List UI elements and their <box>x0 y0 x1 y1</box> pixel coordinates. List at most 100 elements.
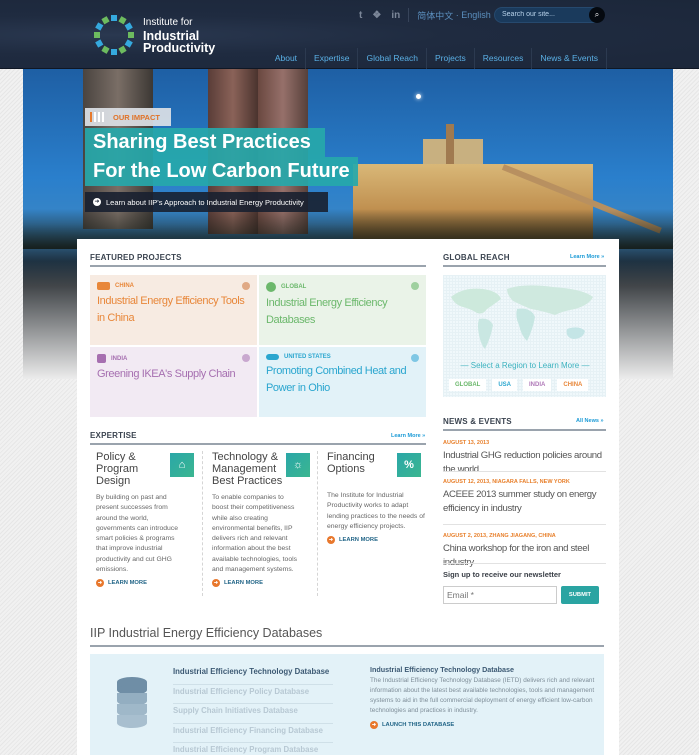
search-icon[interactable]: ⌕ <box>589 7 605 23</box>
our-impact-badge: OUR IMPACT <box>85 108 171 126</box>
project-region: UNITED STATES <box>266 354 419 360</box>
learn-more-label: LEARN MORE <box>224 580 263 587</box>
arrow-circle-icon[interactable] <box>411 282 419 290</box>
expertise-learn-more[interactable]: Learn More » <box>391 433 425 439</box>
featured-projects-title: FEATURED PROJECTS <box>90 253 182 262</box>
usa-map-icon <box>266 354 279 360</box>
logo-icon[interactable] <box>93 14 135 56</box>
news-item: AUGUST 2, 2013, ZHANG JIAGANG, CHINA Chi… <box>443 533 606 570</box>
project-region-label: UNITED STATES <box>284 354 331 360</box>
hero-learn-link-text: Learn about IIP's Approach to Industrial… <box>106 197 304 207</box>
arrow-circle-icon: ➜ <box>93 198 101 206</box>
project-title[interactable]: Industrial Energy Efficiency Tools in Ch… <box>97 293 250 327</box>
database-list: Industrial Efficiency Technology Databas… <box>173 665 333 755</box>
section-divider <box>90 645 604 647</box>
region-button-global[interactable]: GLOBAL <box>449 379 487 391</box>
news-divider <box>443 524 606 525</box>
project-card-global[interactable]: GLOBAL Industrial Energy Efficiency Data… <box>259 275 426 345</box>
logo-line3: Productivity <box>143 41 216 55</box>
nav-projects[interactable]: Projects <box>427 48 475 69</box>
globe-icon <box>266 282 276 292</box>
project-title[interactable]: Industrial Energy Efficiency Databases <box>266 295 419 329</box>
project-region-label: GLOBAL <box>281 284 307 290</box>
expertise-body: By building on past and present successe… <box>96 494 178 574</box>
logo-text[interactable]: Institute for Industrial Productivity <box>143 18 216 55</box>
databases-title: IIP Industrial Energy Efficiency Databas… <box>90 626 323 640</box>
submit-button[interactable]: SUBMIT <box>561 586 599 604</box>
world-map-icon <box>451 285 593 349</box>
project-card-china[interactable]: CHINA Industrial Energy Efficiency Tools… <box>90 275 257 345</box>
databases-panel: Industrial Efficiency Technology Databas… <box>90 654 604 755</box>
all-news-link[interactable]: All News » <box>576 418 604 424</box>
section-divider <box>443 265 606 267</box>
learn-more-link[interactable]: ➜ LEARN MORE <box>327 536 427 545</box>
hero-learn-link[interactable]: ➜ Learn about IIP's Approach to Industri… <box>85 192 328 212</box>
lang-chinese-link[interactable]: 简体中文 <box>417 9 453 22</box>
hero-image-moon <box>416 94 421 99</box>
search-input[interactable] <box>502 11 587 18</box>
lightbulb-icon: ☼ <box>286 453 310 477</box>
china-map-icon <box>97 282 110 290</box>
arrow-circle-icon: ➜ <box>96 579 104 588</box>
database-tab-program[interactable]: Industrial Efficiency Program Database <box>173 743 333 755</box>
launch-database-link[interactable]: ➜ LAUNCH THIS DATABASE <box>370 721 595 729</box>
launch-database-label: LAUNCH THIS DATABASE <box>382 722 455 728</box>
world-map[interactable]: — Select a Region to Learn More — GLOBAL… <box>443 275 606 397</box>
nav-global-reach[interactable]: Global Reach <box>358 48 427 69</box>
linkedin-icon[interactable]: in <box>391 10 400 21</box>
database-icon <box>117 677 147 728</box>
expertise-body: The Institute for Industrial Productivit… <box>327 492 425 530</box>
region-button-china[interactable]: CHINA <box>557 379 589 391</box>
india-map-icon <box>97 354 106 363</box>
news-title[interactable]: Industrial GHG reduction policies around… <box>443 449 606 477</box>
database-tab-supply-chain[interactable]: Supply Chain Initiatives Database <box>173 704 333 724</box>
expertise-policy: Policy & Program Design By building on p… <box>96 451 178 588</box>
email-field[interactable] <box>443 586 557 604</box>
news-divider <box>443 471 606 472</box>
news-title[interactable]: ACEEE 2013 summer study on energy effici… <box>443 488 606 516</box>
section-divider <box>443 429 606 431</box>
percent-icon: % <box>397 453 421 477</box>
learn-more-link[interactable]: ➜ LEARN MORE <box>96 579 176 588</box>
database-tab-financing[interactable]: Industrial Efficiency Financing Database <box>173 724 333 743</box>
section-divider <box>90 265 426 267</box>
database-tab-policy[interactable]: Industrial Efficiency Policy Database <box>173 685 333 704</box>
select-region-text: — Select a Region to Learn More — <box>460 361 590 370</box>
nav-about[interactable]: About <box>267 48 307 69</box>
expertise-title: EXPERTISE <box>90 431 137 440</box>
twitter-icon[interactable]: t <box>359 10 362 21</box>
arrow-circle-icon: ➜ <box>370 721 378 729</box>
nav-resources[interactable]: Resources <box>475 48 533 69</box>
expertise-heading[interactable]: Technology & Management Best Practices <box>212 451 292 487</box>
project-title[interactable]: Greening IKEA's Supply Chain <box>97 366 250 383</box>
lang-english-link[interactable]: English <box>461 10 491 20</box>
expertise-heading[interactable]: Policy & Program Design <box>96 451 152 487</box>
project-title[interactable]: Promoting Combined Heat and Power in Ohi… <box>266 363 419 397</box>
learn-more-link[interactable]: ➜ LEARN MORE <box>212 579 302 588</box>
region-buttons: GLOBAL USA INDIA CHINA <box>449 379 589 391</box>
news-date: AUGUST 12, 2013, NIAGARA FALLS, NEW YORK <box>443 479 570 485</box>
news-events-title: NEWS & EVENTS <box>443 417 512 426</box>
project-region: GLOBAL <box>266 282 419 292</box>
region-button-usa[interactable]: USA <box>492 379 518 391</box>
global-reach-learn-more[interactable]: Learn More » <box>570 254 604 260</box>
arrow-circle-icon[interactable] <box>411 354 419 362</box>
weibo-icon[interactable]: ❖ <box>372 10 381 21</box>
nav-expertise[interactable]: Expertise <box>306 48 359 69</box>
region-button-india[interactable]: INDIA <box>523 379 552 391</box>
arrow-circle-icon[interactable] <box>242 282 250 290</box>
project-card-india[interactable]: INDIA Greening IKEA's Supply Chain <box>90 347 257 417</box>
expertise-heading[interactable]: Financing Options <box>327 451 387 475</box>
project-region: INDIA <box>97 354 250 363</box>
main-content: FEATURED PROJECTS CHINA Industrial Energ… <box>77 239 619 755</box>
project-region-label: INDIA <box>111 355 128 362</box>
arrow-circle-icon[interactable] <box>242 354 250 362</box>
hero-image-chimney <box>446 124 454 164</box>
nav-news-events[interactable]: News & Events <box>532 48 607 69</box>
news-title[interactable]: China workshop for the iron and steel in… <box>443 542 606 570</box>
news-divider <box>443 563 606 564</box>
hero-headline-line1: Sharing Best Practices <box>85 128 325 157</box>
database-tab-technology[interactable]: Industrial Efficiency Technology Databas… <box>173 665 333 685</box>
hero-headline: Sharing Best Practices For the Low Carbo… <box>85 128 358 186</box>
project-card-united-states[interactable]: UNITED STATES Promoting Combined Heat an… <box>259 347 426 417</box>
